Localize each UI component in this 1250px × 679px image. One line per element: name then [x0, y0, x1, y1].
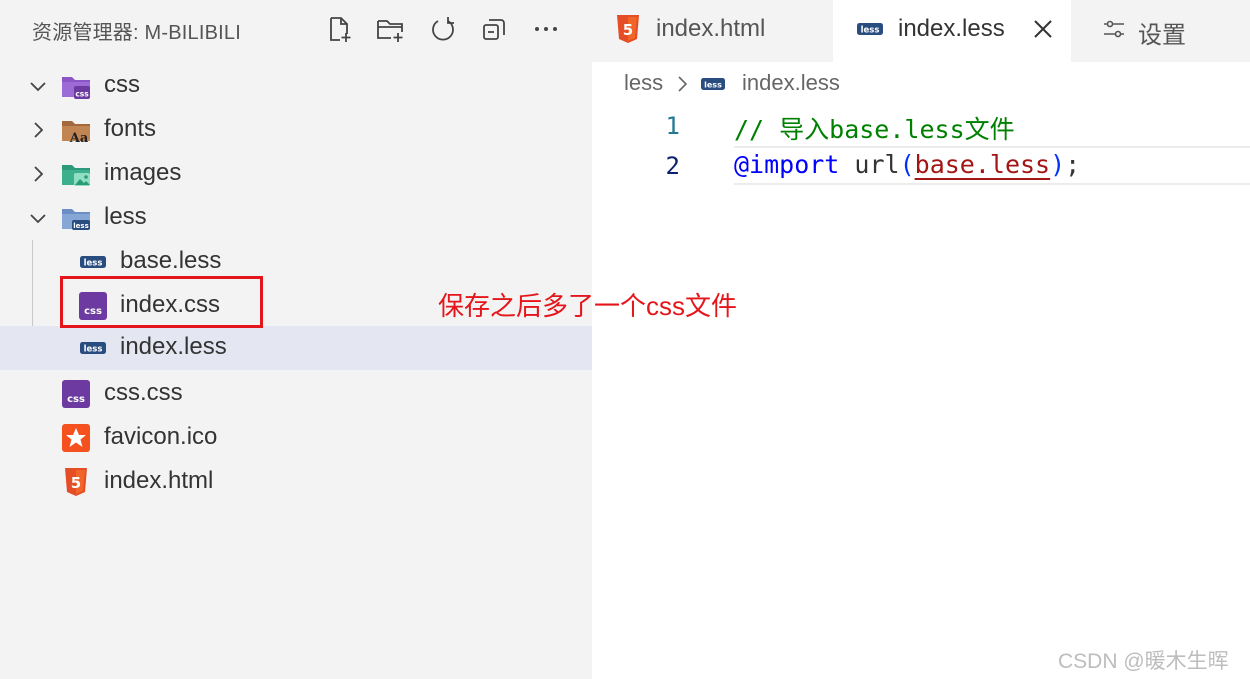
- svg-text:css: css: [67, 394, 85, 405]
- svg-text:Aa: Aa: [69, 131, 89, 144]
- tree-folder-css[interactable]: css css: [0, 64, 592, 108]
- chevron-down-icon[interactable]: [28, 208, 48, 228]
- favicon-file-icon: [61, 424, 91, 452]
- chevron-right-icon: [674, 74, 690, 94]
- annotation-text: 保存之后多了一个css文件: [438, 291, 738, 321]
- code-comment: // 导入base.less文件: [734, 115, 1015, 144]
- svg-text:less: less: [84, 345, 103, 355]
- explorer-header: 资源管理器: M-BILIBILI: [0, 0, 592, 58]
- tree-item-label: css.css: [104, 379, 183, 406]
- css-file-icon: css: [61, 380, 91, 408]
- tree-file-index-html[interactable]: 5 index.html: [0, 460, 592, 504]
- highlight-box: [60, 276, 263, 328]
- tree-folder-images[interactable]: images: [0, 152, 592, 196]
- tree-item-label: index.html: [104, 467, 214, 494]
- less-file-icon: less: [856, 15, 884, 43]
- new-file-icon[interactable]: [322, 12, 356, 46]
- new-folder-icon[interactable]: [373, 12, 407, 46]
- tree-item-label: index.less: [120, 333, 227, 360]
- breadcrumb-file[interactable]: index.less: [742, 70, 840, 96]
- less-file-icon: less: [78, 334, 108, 362]
- tree-item-label: favicon.ico: [104, 423, 218, 450]
- tree-folder-less[interactable]: less less: [0, 196, 592, 240]
- watermark: CSDN @暖木生晖: [1058, 650, 1229, 673]
- tab-settings[interactable]: 设置: [1072, 0, 1250, 62]
- explorer-sidebar: 资源管理器: M-BILIBILI css css Aa fonts image…: [0, 0, 592, 679]
- svg-text:less: less: [861, 26, 880, 36]
- chevron-right-icon[interactable]: [28, 120, 48, 140]
- close-icon[interactable]: [1029, 15, 1057, 43]
- less-file-icon: less: [700, 74, 726, 94]
- tree-item-label: base.less: [120, 247, 222, 274]
- current-line-highlight: [734, 146, 1250, 185]
- less-folder-icon: less: [61, 204, 91, 232]
- tab-index-html[interactable]: 5 index.html: [592, 0, 832, 62]
- line-number: 1: [665, 112, 680, 140]
- svg-text:less: less: [704, 81, 722, 90]
- chevron-down-icon[interactable]: [28, 76, 48, 96]
- tree-item-label: fonts: [104, 115, 157, 142]
- tree-file-favicon[interactable]: favicon.ico: [0, 416, 592, 460]
- html-file-icon: 5: [614, 15, 642, 43]
- images-folder-icon: [61, 160, 91, 188]
- explorer-title: 资源管理器: M-BILIBILI: [32, 22, 241, 44]
- tree-folder-fonts[interactable]: Aa fonts: [0, 108, 592, 152]
- svg-text:css: css: [75, 90, 89, 99]
- tree-item-label: less: [104, 203, 147, 230]
- more-icon[interactable]: [529, 12, 563, 46]
- svg-text:5: 5: [71, 474, 81, 492]
- tree-item-label: css: [104, 71, 140, 98]
- code-text: // 导入base.less文件: [734, 110, 1015, 146]
- refresh-icon[interactable]: [425, 12, 459, 46]
- html-file-icon: 5: [61, 468, 91, 496]
- fonts-folder-icon: Aa: [61, 116, 91, 146]
- breadcrumb-folder[interactable]: less: [624, 70, 663, 96]
- tree-file-css-css[interactable]: css css.css: [0, 372, 592, 416]
- line-number: 2: [665, 152, 680, 180]
- tab-label: index.html: [656, 15, 766, 42]
- svg-text:less: less: [73, 222, 88, 230]
- chevron-right-icon[interactable]: [28, 164, 48, 184]
- svg-text:5: 5: [623, 21, 633, 39]
- tab-index-less[interactable]: less index.less: [833, 0, 1071, 62]
- collapse-all-icon[interactable]: [477, 12, 511, 46]
- css-folder-icon: css: [61, 72, 91, 100]
- tab-label: 设置: [1138, 22, 1186, 49]
- code-editor[interactable]: 1 // 导入base.less文件 2 @import url(base.le…: [592, 104, 1250, 679]
- tree-item-label: images: [104, 159, 182, 186]
- code-line: 1 // 导入base.less文件: [592, 106, 1250, 146]
- tab-label: index.less: [898, 15, 1005, 42]
- tree-file-index-less[interactable]: less index.less: [0, 326, 592, 370]
- less-file-icon: less: [78, 248, 108, 276]
- settings-icon: [1100, 15, 1128, 43]
- svg-text:less: less: [84, 259, 103, 269]
- tab-bar: 5 index.html less index.less 设置: [592, 0, 1250, 62]
